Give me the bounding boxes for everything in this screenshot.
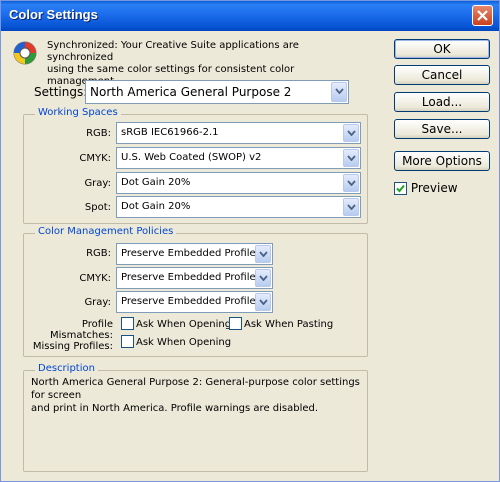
settings-dropdown-arrow[interactable] xyxy=(331,82,347,102)
ws-gray-value: Dot Gain 20% xyxy=(121,177,191,188)
description-line-1: North America General Purpose 2: General… xyxy=(31,377,360,401)
chevron-down-icon xyxy=(347,180,356,186)
sync-line-1: Synchronized: Your Creative Suite applic… xyxy=(47,40,299,63)
policy-cmyk-select[interactable]: Preserve Embedded Profiles xyxy=(116,267,273,289)
more-options-button[interactable]: More Options xyxy=(394,151,490,171)
ws-cmyk-value: U.S. Web Coated (SWOP) v2 xyxy=(121,152,262,163)
ws-rgb-dropdown-arrow[interactable] xyxy=(343,124,359,142)
ws-cmyk-label: CMYK: xyxy=(79,153,111,164)
cancel-button[interactable]: Cancel xyxy=(394,65,490,85)
policy-gray-select[interactable]: Preserve Embedded Profiles xyxy=(116,291,273,313)
policy-rgb-value: Preserve Embedded Profiles xyxy=(121,248,261,259)
chevron-down-icon xyxy=(259,299,268,305)
policy-rgb-dropdown-arrow[interactable] xyxy=(255,245,271,263)
working-spaces-title: Working Spaces xyxy=(35,107,121,118)
mismatch-ask-pasting-checkbox[interactable] xyxy=(229,317,242,330)
policy-rgb-label: RGB: xyxy=(86,248,111,259)
sync-status-icon xyxy=(13,41,37,65)
description-title: Description xyxy=(35,363,98,374)
mismatch-ask-opening-checkbox[interactable] xyxy=(121,317,134,330)
chevron-down-icon xyxy=(259,251,268,257)
preview-checkbox-row[interactable]: Preview xyxy=(394,181,458,195)
chevron-down-icon xyxy=(347,155,356,161)
chevron-down-icon xyxy=(347,130,356,136)
profile-mismatches-label: Profile Mismatches: xyxy=(50,319,113,341)
ws-gray-label: Gray: xyxy=(84,178,111,189)
checkmark-icon xyxy=(396,184,405,193)
chevron-down-icon xyxy=(347,204,356,210)
ws-cmyk-select[interactable]: U.S. Web Coated (SWOP) v2 xyxy=(116,147,361,169)
ws-spot-label: Spot: xyxy=(84,202,111,213)
description-text: North America General Purpose 2: General… xyxy=(31,376,361,415)
ws-spot-select[interactable]: Dot Gain 20% xyxy=(116,196,361,218)
ws-spot-value: Dot Gain 20% xyxy=(121,201,191,212)
ws-gray-dropdown-arrow[interactable] xyxy=(343,174,359,192)
policy-rgb-select[interactable]: Preserve Embedded Profiles xyxy=(116,243,273,265)
policy-cmyk-label: CMYK: xyxy=(79,273,111,284)
policy-cmyk-dropdown-arrow[interactable] xyxy=(255,269,271,287)
window-title: Color Settings xyxy=(9,7,98,22)
ws-cmyk-dropdown-arrow[interactable] xyxy=(343,149,359,167)
ws-rgb-label: RGB: xyxy=(86,128,111,139)
mismatch-ask-pasting-label: Ask When Pasting xyxy=(244,319,334,330)
policies-title: Color Management Policies xyxy=(35,226,177,237)
policy-gray-label: Gray: xyxy=(84,297,111,308)
missing-ask-opening-checkbox[interactable] xyxy=(121,335,134,348)
policy-gray-value: Preserve Embedded Profiles xyxy=(121,296,261,307)
ws-spot-dropdown-arrow[interactable] xyxy=(343,198,359,216)
close-button[interactable] xyxy=(472,5,493,26)
missing-ask-opening-label: Ask When Opening xyxy=(136,337,232,348)
title-bar[interactable]: Color Settings xyxy=(1,1,499,31)
load-button[interactable]: Load... xyxy=(394,92,490,112)
description-line-2: and print in North America. Profile warn… xyxy=(31,403,319,414)
settings-value: North America General Purpose 2 xyxy=(90,85,292,99)
preview-label: Preview xyxy=(410,181,458,195)
preview-checkbox[interactable] xyxy=(394,182,407,195)
close-icon xyxy=(477,10,488,21)
color-settings-dialog: Color Settings Synchronized: Your Creati… xyxy=(0,0,500,482)
chevron-down-icon xyxy=(335,88,344,94)
policy-cmyk-value: Preserve Embedded Profiles xyxy=(121,272,261,283)
settings-select[interactable]: North America General Purpose 2 xyxy=(85,80,349,104)
ws-rgb-value: sRGB IEC61966-2.1 xyxy=(121,127,219,138)
ok-button[interactable]: OK xyxy=(394,39,490,59)
ws-gray-select[interactable]: Dot Gain 20% xyxy=(116,172,361,194)
ws-rgb-select[interactable]: sRGB IEC61966-2.1 xyxy=(116,122,361,144)
chevron-down-icon xyxy=(259,275,268,281)
settings-label: Settings: xyxy=(34,85,88,99)
mismatch-ask-opening-label: Ask When Opening xyxy=(136,319,232,330)
policy-gray-dropdown-arrow[interactable] xyxy=(255,293,271,311)
missing-profiles-label: Missing Profiles: xyxy=(32,341,113,352)
save-button[interactable]: Save... xyxy=(394,119,490,139)
